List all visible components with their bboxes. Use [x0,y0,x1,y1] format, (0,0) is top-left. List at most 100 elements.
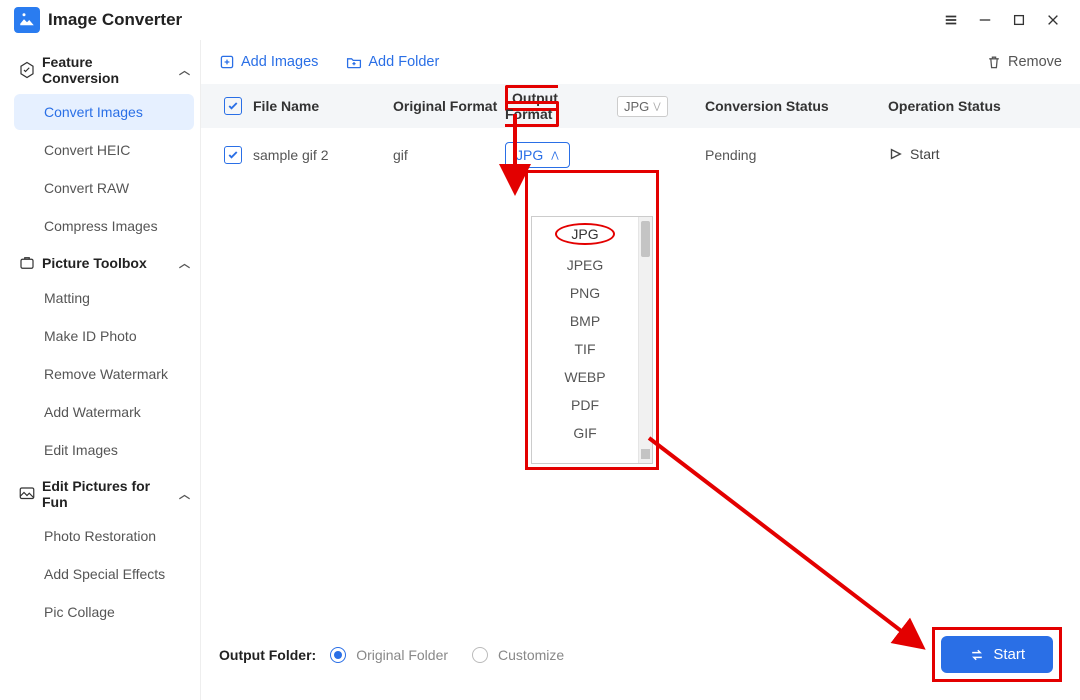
dropdown-option-label: PDF [571,397,599,413]
add-images-button[interactable]: Add Images [219,54,318,70]
output-format-dropdown: JPG JPEG PNG BMP TIF WEBP PDF GIF [531,216,653,464]
chevron-up-icon: ⋀ [551,150,558,161]
dropdown-option-jpg[interactable]: JPG [532,217,638,251]
col-operation-status: Operation Status [888,98,1068,114]
radio-customize[interactable] [472,647,488,663]
cell-file-name: sample gif 2 [253,147,393,163]
sidebar-item-pic-collage[interactable]: Pic Collage [14,594,194,630]
sidebar-item-label: Remove Watermark [44,366,168,382]
close-button[interactable] [1036,6,1070,34]
add-image-icon [219,54,235,70]
row-checkbox[interactable] [224,146,242,164]
trash-icon [986,54,1002,70]
output-format-dropdown-highlight: JPG JPEG PNG BMP TIF WEBP PDF GIF [525,170,659,470]
main-panel: Add Images Add Folder Remove File Name O… [200,40,1080,700]
toolbox-icon [18,254,36,272]
dropdown-option-label: BMP [570,313,600,329]
play-icon [888,147,902,161]
select-all-checkbox[interactable] [224,97,242,115]
sidebar-item-label: Convert HEIC [44,142,130,158]
footer: Output Folder: Original Folder Customize… [201,612,1080,700]
sidebar-item-label: Add Special Effects [44,566,165,582]
chevron-up-icon: ︿ [179,62,190,78]
sidebar-item-label: Convert Images [44,104,143,120]
sidebar-item-label: Pic Collage [44,604,115,620]
hamburger-icon[interactable] [934,6,968,34]
minimize-button[interactable] [968,6,1002,34]
remove-button[interactable]: Remove [986,54,1062,70]
sidebar-section-picture-toolbox[interactable]: Picture Toolbox ︿ [14,246,194,280]
dropdown-scrollbar[interactable] [638,217,652,463]
hexagon-icon [18,61,36,79]
add-images-label: Add Images [241,54,318,70]
dropdown-option-label: PNG [570,285,600,301]
cell-original-format: gif [393,147,505,163]
sidebar-section-label: Feature Conversion [42,54,173,86]
dropdown-option-label: WEBP [564,369,605,385]
row-output-format-value: JPG [516,147,543,163]
cell-conversion-status: Pending [675,147,888,163]
sidebar-item-label: Edit Images [44,442,118,458]
app-logo [14,7,40,33]
sidebar-section-label: Edit Pictures for Fun [42,478,173,510]
sidebar-item-label: Compress Images [44,218,158,234]
table-header: File Name Original Format Output Format … [201,84,1080,128]
dropdown-option-pdf[interactable]: PDF [532,391,638,419]
radio-original-folder-label: Original Folder [356,647,448,663]
dropdown-option-webp[interactable]: WEBP [532,363,638,391]
sidebar-item-convert-images[interactable]: Convert Images [14,94,194,130]
radio-customize-label: Customize [498,647,564,663]
sidebar-item-remove-watermark[interactable]: Remove Watermark [14,356,194,392]
sidebar-item-compress-images[interactable]: Compress Images [14,208,194,244]
col-conversion-status: Conversion Status [675,98,888,114]
chevron-up-icon: ︿ [179,486,190,502]
sidebar-item-matting[interactable]: Matting [14,280,194,316]
dropdown-option-png[interactable]: PNG [532,279,638,307]
maximize-button[interactable] [1002,6,1036,34]
row-start-label: Start [910,146,940,162]
col-file-name: File Name [253,98,393,114]
dropdown-option-gif[interactable]: GIF [532,419,638,447]
start-button-highlight: Start [932,627,1062,682]
convert-icon [969,647,985,663]
dropdown-option-label: GIF [573,425,596,441]
sidebar-item-label: Make ID Photo [44,328,137,344]
sidebar-item-make-id-photo[interactable]: Make ID Photo [14,318,194,354]
titlebar: Image Converter [0,0,1080,40]
app-title: Image Converter [48,10,182,30]
sidebar-item-label: Convert RAW [44,180,129,196]
add-folder-button[interactable]: Add Folder [346,54,439,70]
add-folder-label: Add Folder [368,54,439,70]
sidebar-item-convert-raw[interactable]: Convert RAW [14,170,194,206]
dropdown-option-label: TIF [575,341,596,357]
start-button-label: Start [993,646,1025,663]
sidebar-item-add-watermark[interactable]: Add Watermark [14,394,194,430]
dropdown-option-label: JPEG [567,257,604,273]
sidebar-item-edit-images[interactable]: Edit Images [14,432,194,468]
sidebar-item-label: Add Watermark [44,404,141,420]
sidebar-section-edit-pictures-fun[interactable]: Edit Pictures for Fun ︿ [14,470,194,518]
sidebar-item-photo-restoration[interactable]: Photo Restoration [14,518,194,554]
chevron-down-icon: ⋁ [653,101,660,112]
start-button[interactable]: Start [941,636,1053,673]
chevron-up-icon: ︿ [179,255,190,271]
toolbar: Add Images Add Folder Remove [201,40,1080,84]
sidebar-section-label: Picture Toolbox [42,255,147,271]
picture-icon [18,485,36,503]
col-original-format: Original Format [393,98,505,114]
row-output-format-select[interactable]: JPG ⋀ [505,142,570,168]
sidebar-section-feature-conversion[interactable]: Feature Conversion ︿ [14,46,194,94]
output-folder-label: Output Folder: [219,647,316,663]
remove-label: Remove [1008,54,1062,70]
header-output-format-select[interactable]: JPG ⋁ [617,96,668,117]
sidebar-item-convert-heic[interactable]: Convert HEIC [14,132,194,168]
header-output-format-value: JPG [624,99,649,114]
radio-original-folder[interactable] [330,647,346,663]
sidebar-item-add-special-effects[interactable]: Add Special Effects [14,556,194,592]
dropdown-option-tif[interactable]: TIF [532,335,638,363]
sidebar-item-label: Matting [44,290,90,306]
dropdown-option-label: JPG [555,223,614,245]
dropdown-option-jpeg[interactable]: JPEG [532,251,638,279]
dropdown-option-bmp[interactable]: BMP [532,307,638,335]
row-start-button[interactable]: Start [888,146,940,162]
